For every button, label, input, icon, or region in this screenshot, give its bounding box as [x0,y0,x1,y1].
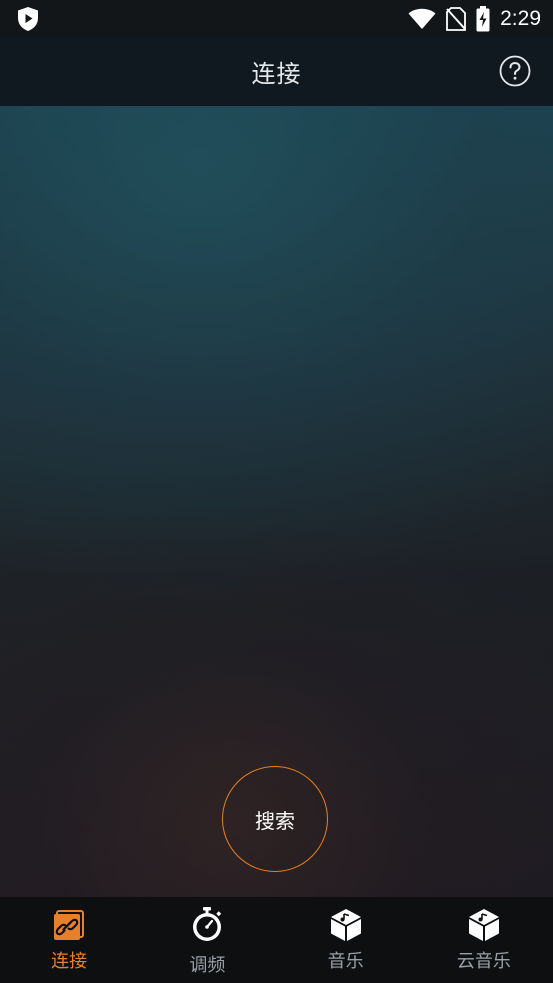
nav-item-cloud-music[interactable]: 云音乐 [415,897,553,983]
nav-item-label: 连接 [51,951,88,972]
nav-item-label: 云音乐 [456,951,511,972]
nav-item-label: 音乐 [327,951,364,972]
page-title: 连接 [251,60,302,88]
help-circle-icon[interactable] [499,55,531,87]
no-sim-icon [446,6,467,31]
nav-item-fm[interactable]: 调频 [138,897,276,983]
nav-item-label: 调频 [189,955,226,976]
search-button[interactable]: 搜索 [222,766,328,872]
status-bar: 2:29 [0,0,553,37]
wifi-icon [408,8,436,29]
nav-item-music[interactable]: 音乐 [277,897,415,983]
music-box-icon [330,909,361,941]
status-icons: 2:29 [408,0,541,37]
search-button-label: 搜索 [255,808,295,833]
link-card-icon [54,910,85,940]
status-time: 2:29 [500,6,541,30]
battery-charging-icon [476,5,490,31]
cloud-music-box-icon [468,909,499,941]
shield-play-icon [18,7,38,31]
top-app-bar: 连接 [0,37,553,106]
nav-item-connect[interactable]: 连接 [0,897,138,983]
stopwatch-icon [193,907,222,941]
app-screen: 2:29 连接 搜索 连接 调频 音乐 云音乐 [0,0,553,983]
bottom-nav: 连接 调频 音乐 云音乐 [0,897,553,983]
